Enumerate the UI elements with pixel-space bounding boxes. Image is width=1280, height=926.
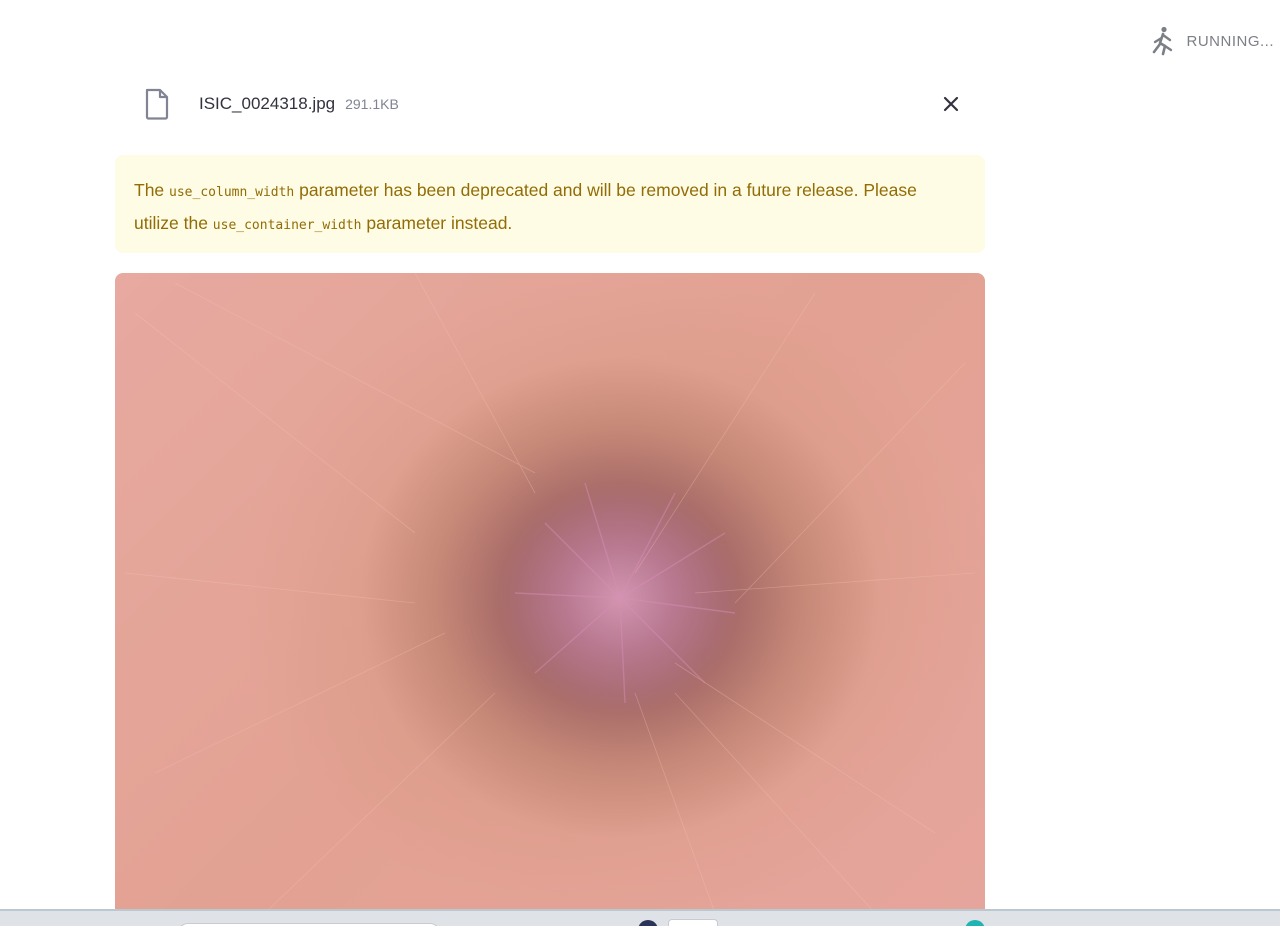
file-name: ISIC_0024318.jpg <box>199 94 336 113</box>
close-icon <box>943 96 959 112</box>
running-status: RUNNING... <box>1151 26 1275 56</box>
file-size: 291.1KB <box>345 96 399 112</box>
deprecation-warning: The use_column_width parameter has been … <box>115 155 985 253</box>
taskbar-window-button[interactable] <box>668 919 718 926</box>
uploaded-file-row: ISIC_0024318.jpg 291.1KB <box>115 80 985 128</box>
remove-file-button[interactable] <box>939 92 963 116</box>
running-status-label: RUNNING... <box>1186 32 1274 50</box>
alert-text-3: parameter instead. <box>361 213 513 233</box>
alert-text-1: The <box>134 180 170 200</box>
running-person-icon <box>1151 26 1175 56</box>
file-icon <box>144 88 172 120</box>
app-page: RUNNING... ISIC_0024318.jpg 291.1KB The … <box>0 0 1280 926</box>
taskbar <box>0 909 1280 926</box>
lesion-texture <box>124 273 976 914</box>
alert-code-use-container-width: use_container_width <box>212 218 362 233</box>
dermoscopy-image <box>115 273 985 923</box>
taskbar-app-icon[interactable] <box>638 920 658 926</box>
taskbar-status-icon[interactable] <box>965 920 985 926</box>
alert-code-use-column-width: use_column_width <box>169 185 295 200</box>
